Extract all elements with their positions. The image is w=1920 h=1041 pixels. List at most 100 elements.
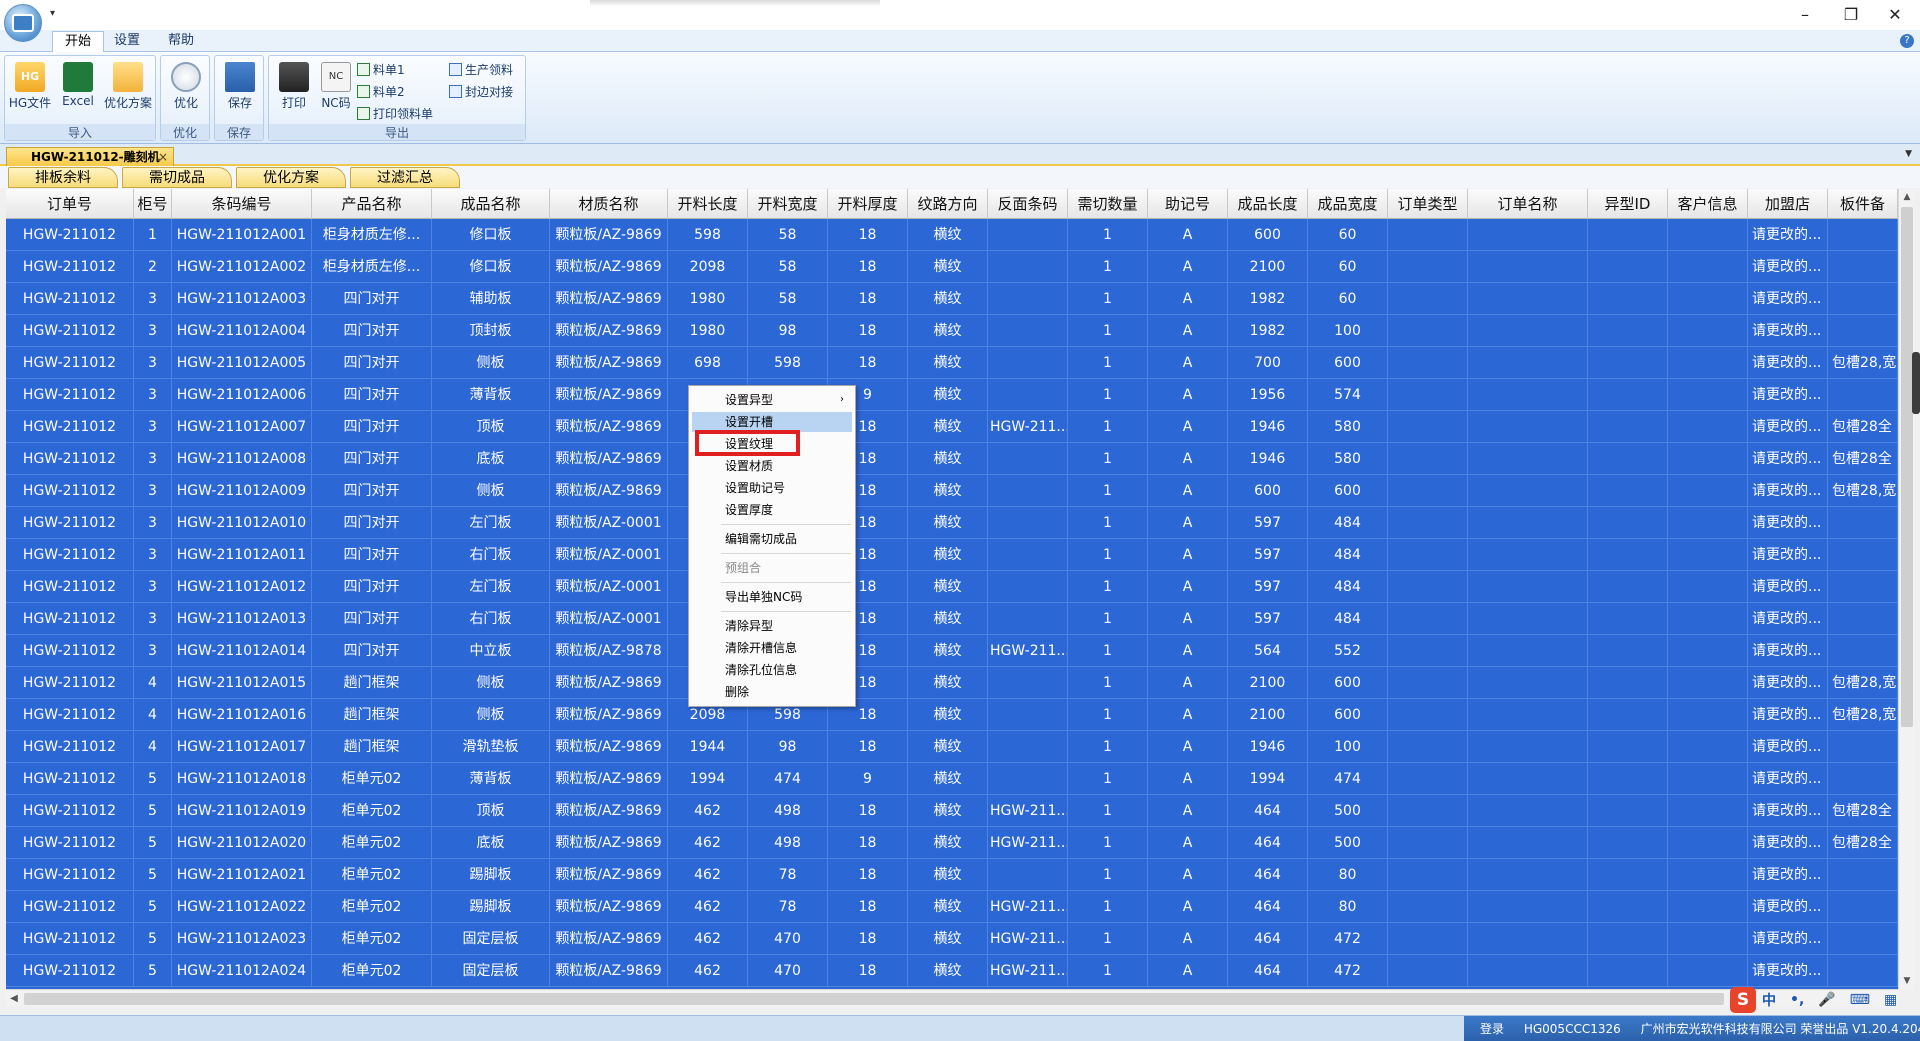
table-cell[interactable] xyxy=(1388,571,1468,603)
table-cell[interactable] xyxy=(1828,603,1898,635)
table-cell[interactable]: 四门对开 xyxy=(312,539,432,571)
table-cell[interactable]: 18 xyxy=(828,795,908,827)
table-cell[interactable]: 474 xyxy=(748,763,828,795)
table-cell[interactable]: 580 xyxy=(1308,443,1388,475)
table-cell[interactable]: 498 xyxy=(748,795,828,827)
table-cell[interactable]: 颗粒板/AZ-9869 xyxy=(550,763,668,795)
table-cell[interactable] xyxy=(1388,411,1468,443)
table-cell[interactable]: HGW-211012 xyxy=(6,571,134,603)
table-cell[interactable] xyxy=(1588,699,1668,731)
table-cell[interactable]: 58 xyxy=(748,219,828,251)
table-cell[interactable]: 470 xyxy=(748,923,828,955)
edge-banding-button[interactable]: 封边对接 xyxy=(449,82,513,102)
table-cell[interactable]: 2100 xyxy=(1228,251,1308,283)
tab-cut-products[interactable]: 需切成品 xyxy=(122,167,232,188)
table-cell[interactable]: 四门对开 xyxy=(312,635,432,667)
menu-clear-holes[interactable]: 清除孔位信息 xyxy=(692,660,852,680)
table-cell[interactable] xyxy=(1388,955,1468,987)
table-cell[interactable]: 柜单元02 xyxy=(312,763,432,795)
table-cell[interactable]: HGW-211012A010 xyxy=(172,507,312,539)
table-cell[interactable]: HGW-211012 xyxy=(6,411,134,443)
table-cell[interactable]: 请更改的... xyxy=(1748,923,1828,955)
column-header[interactable]: 订单类型 xyxy=(1388,189,1468,219)
parts-grid[interactable]: 订单号 柜号 条码编号 产品名称 成品名称 材质名称 开料长度 开料宽度 开料厚度 纹路方向 反面条… xyxy=(6,189,1898,989)
table-cell[interactable]: 3 xyxy=(134,443,172,475)
ime-menu-icon[interactable]: ▦ xyxy=(1884,992,1897,1008)
column-header[interactable]: 材质名称 xyxy=(550,189,668,219)
table-cell[interactable]: 颗粒板/AZ-0001 xyxy=(550,571,668,603)
table-cell[interactable]: HGW-211012A017 xyxy=(172,731,312,763)
table-cell[interactable] xyxy=(988,603,1068,635)
table-cell[interactable]: 470 xyxy=(748,955,828,987)
table-cell[interactable] xyxy=(988,859,1068,891)
horizontal-scrollbar[interactable]: ◀ xyxy=(6,989,1898,1007)
table-cell[interactable]: 464 xyxy=(1228,827,1308,859)
table-cell[interactable]: 18 xyxy=(828,827,908,859)
table-cell[interactable]: 18 xyxy=(828,283,908,315)
table-cell[interactable] xyxy=(1388,795,1468,827)
table-cell[interactable]: 4 xyxy=(134,731,172,763)
table-cell[interactable] xyxy=(1468,347,1588,379)
table-cell[interactable]: 请更改的... xyxy=(1748,955,1828,987)
table-cell[interactable] xyxy=(1388,283,1468,315)
table-cell[interactable]: HGW-211012 xyxy=(6,763,134,795)
table-cell[interactable]: 请更改的... xyxy=(1748,475,1828,507)
table-cell[interactable] xyxy=(1468,315,1588,347)
table-cell[interactable] xyxy=(1388,251,1468,283)
table-cell[interactable]: A xyxy=(1148,315,1228,347)
table-cell[interactable]: 颗粒板/AZ-0001 xyxy=(550,539,668,571)
table-cell[interactable] xyxy=(1668,507,1748,539)
table-cell[interactable]: A xyxy=(1148,251,1228,283)
table-cell[interactable]: HGW-211012A007 xyxy=(172,411,312,443)
table-cell[interactable]: 横纹 xyxy=(908,667,988,699)
table-cell[interactable] xyxy=(1588,603,1668,635)
table-cell[interactable]: 右门板 xyxy=(432,603,550,635)
table-cell[interactable]: 1 xyxy=(1068,603,1148,635)
table-cell[interactable]: 574 xyxy=(1308,379,1388,411)
table-cell[interactable]: HGW-211012A002 xyxy=(172,251,312,283)
table-cell[interactable]: 700 xyxy=(1228,347,1308,379)
table-cell[interactable]: A xyxy=(1148,955,1228,987)
table-cell[interactable]: HGW-211012A024 xyxy=(172,955,312,987)
table-cell[interactable] xyxy=(1668,443,1748,475)
table-cell[interactable]: 1 xyxy=(1068,859,1148,891)
column-header[interactable]: 成品名称 xyxy=(432,189,550,219)
minimize-button[interactable]: – xyxy=(1788,3,1822,27)
table-cell[interactable]: 颗粒板/AZ-9869 xyxy=(550,731,668,763)
table-cell[interactable]: 横纹 xyxy=(908,827,988,859)
table-cell[interactable] xyxy=(1388,731,1468,763)
table-cell[interactable]: HGW-211012A011 xyxy=(172,539,312,571)
table-cell[interactable]: 564 xyxy=(1228,635,1308,667)
table-cell[interactable]: 1 xyxy=(1068,795,1148,827)
table-cell[interactable] xyxy=(1468,827,1588,859)
table-cell[interactable]: A xyxy=(1148,539,1228,571)
table-cell[interactable]: 颗粒板/AZ-9869 xyxy=(550,347,668,379)
table-cell[interactable]: 颗粒板/AZ-9869 xyxy=(550,251,668,283)
table-cell[interactable]: 600 xyxy=(1228,219,1308,251)
table-cell[interactable]: 请更改的... xyxy=(1748,635,1828,667)
table-cell[interactable]: HGW-211012 xyxy=(6,347,134,379)
table-cell[interactable]: 四门对开 xyxy=(312,283,432,315)
table-cell[interactable]: 颗粒板/AZ-0001 xyxy=(550,507,668,539)
table-cell[interactable] xyxy=(988,475,1068,507)
table-cell[interactable]: 80 xyxy=(1308,859,1388,891)
table-cell[interactable]: A xyxy=(1148,731,1228,763)
table-cell[interactable] xyxy=(1588,251,1668,283)
column-header[interactable]: 需切数量 xyxy=(1068,189,1148,219)
ime-punctuation-icon[interactable]: •, xyxy=(1790,992,1804,1008)
table-cell[interactable] xyxy=(1668,923,1748,955)
table-cell[interactable] xyxy=(1388,699,1468,731)
table-cell[interactable]: 柜身材质左修... xyxy=(312,251,432,283)
table-cell[interactable] xyxy=(1468,635,1588,667)
table-cell[interactable] xyxy=(988,379,1068,411)
table-row[interactable]: HGW-211012 3 HGW-211012A014 四门对开 中立板 颗粒板/AZ-9… xyxy=(6,635,1898,667)
table-cell[interactable]: 四门对开 xyxy=(312,315,432,347)
table-cell[interactable]: 颗粒板/AZ-9869 xyxy=(550,827,668,859)
table-cell[interactable]: 1994 xyxy=(1228,763,1308,795)
column-header[interactable]: 异型ID xyxy=(1588,189,1668,219)
table-cell[interactable]: A xyxy=(1148,859,1228,891)
quick-access-dropdown-icon[interactable]: ▾ xyxy=(50,8,55,19)
table-cell[interactable]: 18 xyxy=(828,731,908,763)
table-cell[interactable]: 横纹 xyxy=(908,859,988,891)
table-cell[interactable]: A xyxy=(1148,763,1228,795)
